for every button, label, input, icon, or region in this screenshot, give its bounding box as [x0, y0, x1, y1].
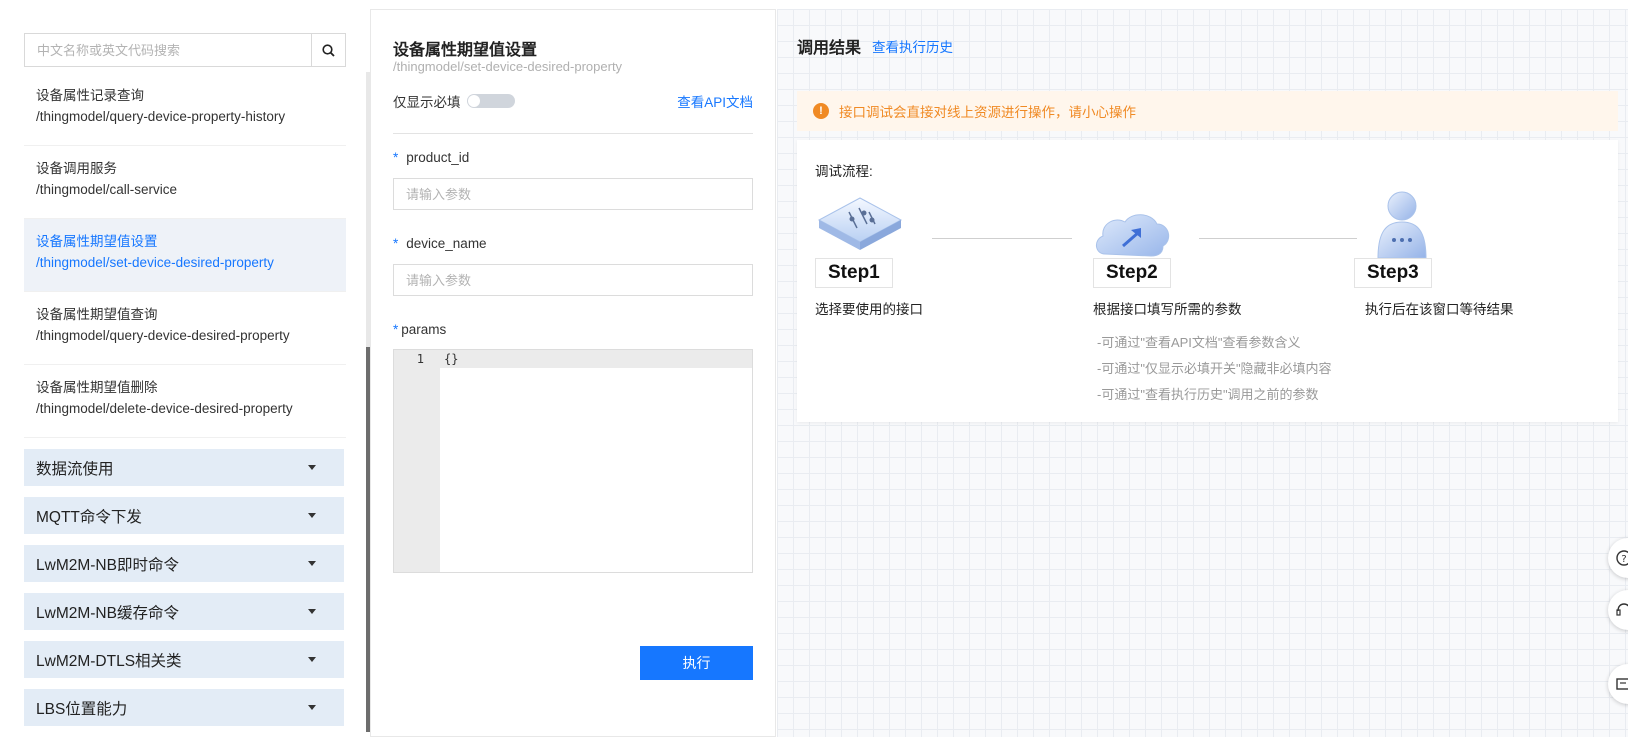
field-label-text: params	[401, 322, 447, 337]
group-label: 数据流使用	[36, 460, 114, 478]
api-item-path: /thingmodel/query-device-desired-propert…	[36, 328, 290, 343]
product-id-input[interactable]	[393, 178, 753, 210]
cloud-upload-icon	[1096, 214, 1170, 257]
api-item-name: 设备属性记录查询	[36, 88, 144, 103]
view-history-link[interactable]: 查看执行历史	[872, 36, 953, 56]
caret-down-icon	[308, 705, 316, 710]
toggle-knob	[468, 95, 480, 107]
support-icon	[1616, 603, 1628, 616]
required-only-label: 仅显示必填	[393, 95, 461, 110]
caret-down-icon	[308, 609, 316, 614]
warning-banner: ! 接口调试会直接对线上资源进行操作，请小心操作	[797, 91, 1618, 131]
group-lwm2m-nb-cache[interactable]: LwM2M-NB缓存命令	[24, 593, 344, 630]
field-label-text: product_id	[406, 150, 470, 165]
api-item-query-device-property-history[interactable]: 设备属性记录查询 /thingmodel/query-device-proper…	[24, 73, 346, 146]
flow-title: 调试流程:	[815, 164, 873, 179]
search-button[interactable]	[311, 34, 345, 66]
search-box	[24, 33, 346, 67]
api-item-name: 设备属性期望值查询	[36, 307, 158, 322]
caret-down-icon	[308, 561, 316, 566]
api-item-call-service[interactable]: 设备调用服务 /thingmodel/call-service	[24, 146, 346, 219]
device-name-label: * device_name	[393, 236, 487, 251]
line-number: 1	[416, 352, 424, 366]
group-lwm2m-nb-instant[interactable]: LwM2M-NB即时命令	[24, 545, 344, 582]
search-input[interactable]	[25, 34, 311, 66]
field-label-text: device_name	[406, 236, 487, 251]
required-only-toggle[interactable]	[467, 94, 515, 108]
step1-desc: 选择要使用的接口	[815, 302, 923, 317]
group-lbs[interactable]: LBS位置能力	[24, 689, 344, 726]
hint-api-doc: -可通过"查看API文档"查看参数含义	[1097, 335, 1301, 350]
group-label: LwM2M-NB即时命令	[36, 556, 179, 574]
caret-down-icon	[308, 465, 316, 470]
device-name-input[interactable]	[393, 264, 753, 296]
api-sidebar: 设备属性记录查询 /thingmodel/query-device-proper…	[0, 0, 370, 744]
api-item-path: /thingmodel/set-device-desired-property	[36, 255, 274, 270]
api-item-path: /thingmodel/query-device-property-histor…	[36, 109, 286, 124]
user-icon	[1377, 191, 1427, 259]
required-mark: *	[393, 236, 399, 251]
form-path: /thingmodel/set-device-desired-property	[393, 59, 623, 74]
feedback-icon	[1616, 678, 1628, 690]
step3-label: Step3	[1354, 258, 1432, 288]
product-id-label: * product_id	[393, 150, 469, 165]
settings-sliders-icon	[817, 197, 903, 250]
group-mqtt-command[interactable]: MQTT命令下发	[24, 497, 344, 534]
view-api-doc-link[interactable]: 查看API文档	[677, 91, 753, 111]
api-item-delete-device-desired-property[interactable]: 设备属性期望值删除 /thingmodel/delete-device-desi…	[24, 365, 346, 438]
caret-down-icon	[308, 513, 316, 518]
step2-desc: 根据接口填写所需的参数	[1093, 302, 1242, 317]
required-mark: *	[393, 322, 399, 337]
hint-required-toggle: -可通过"仅显示必填开关"隐藏非必填内容	[1097, 361, 1332, 376]
flow-connector	[1199, 238, 1357, 239]
caret-down-icon	[308, 657, 316, 662]
group-data-stream[interactable]: 数据流使用	[24, 449, 344, 486]
group-label: LwM2M-DTLS相关类	[36, 652, 182, 670]
api-item-set-device-desired-property[interactable]: 设备属性期望值设置 /thingmodel/set-device-desired…	[24, 219, 346, 292]
api-item-name: 设备属性期望值设置	[36, 234, 158, 249]
code-line: 1 {}	[394, 350, 752, 368]
hint-history: -可通过"查看执行历史"调用之前的参数	[1097, 387, 1319, 402]
api-item-query-device-desired-property[interactable]: 设备属性期望值查询 /thingmodel/query-device-desir…	[24, 292, 346, 365]
debug-flow-card: 调试流程: Step1 选择要使用的接口 Step2 根据接口填写所需的参数 S…	[797, 140, 1618, 422]
api-item-name: 设备属性期望值删除	[36, 380, 158, 395]
divider	[393, 133, 753, 134]
params-code-editor[interactable]: 1 {}	[393, 349, 753, 573]
group-label: LwM2M-NB缓存命令	[36, 604, 179, 622]
step1-label: Step1	[815, 258, 893, 288]
required-mark: *	[393, 150, 399, 165]
api-item-name: 设备调用服务	[36, 161, 117, 176]
api-list: 设备属性记录查询 /thingmodel/query-device-proper…	[24, 73, 346, 438]
form-title: 设备属性期望值设置	[393, 42, 538, 59]
params-label: * params	[393, 322, 446, 337]
warning-icon: !	[813, 103, 829, 119]
code-text: {}	[444, 352, 459, 366]
code-gutter	[394, 350, 440, 572]
result-panel: 调用结果 查看执行历史 ! 接口调试会直接对线上资源进行操作，请小心操作 调试流…	[777, 9, 1628, 737]
svg-text:?: ?	[1621, 554, 1626, 565]
api-item-path: /thingmodel/delete-device-desired-proper…	[36, 401, 293, 416]
result-title: 调用结果	[797, 40, 862, 57]
api-item-path: /thingmodel/call-service	[36, 182, 178, 197]
step3-desc: 执行后在该窗口等待结果	[1365, 302, 1514, 317]
warning-text: 接口调试会直接对线上资源进行操作，请小心操作	[839, 105, 1136, 120]
step2-label: Step2	[1093, 258, 1171, 288]
flow-connector	[932, 238, 1072, 239]
search-icon	[322, 43, 335, 57]
request-form-panel: 设备属性期望值设置 /thingmodel/set-device-desired…	[370, 9, 776, 737]
group-lwm2m-dtls[interactable]: LwM2M-DTLS相关类	[24, 641, 344, 678]
group-label: LBS位置能力	[36, 700, 128, 718]
help-icon: ?	[1616, 550, 1628, 566]
execute-button[interactable]: 执行	[640, 646, 753, 680]
group-label: MQTT命令下发	[36, 508, 142, 526]
